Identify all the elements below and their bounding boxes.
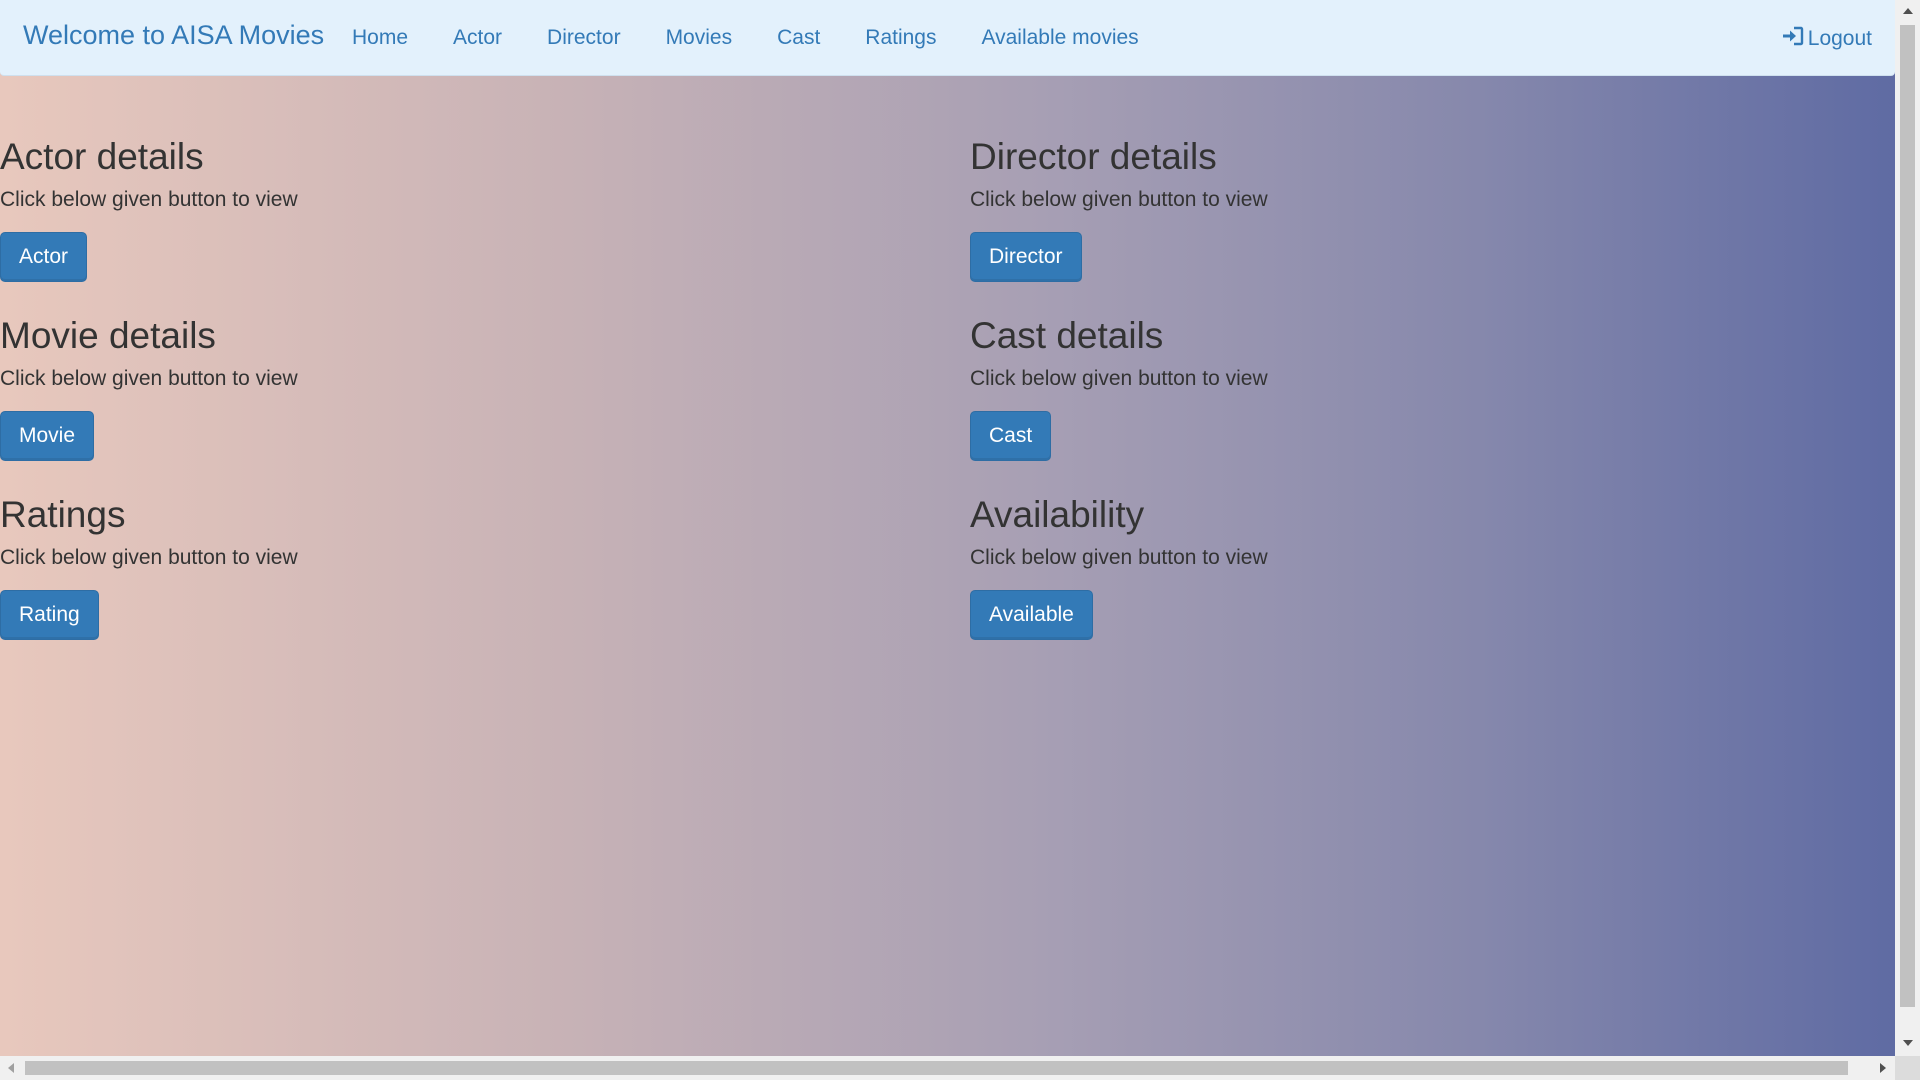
nav-link-actor[interactable]: Actor bbox=[453, 26, 502, 50]
section-heading: Availability bbox=[970, 494, 1145, 535]
section-description: Click below given button to view bbox=[0, 188, 298, 211]
scroll-up-arrow-icon[interactable] bbox=[1903, 8, 1913, 14]
log-in-icon bbox=[1782, 26, 1808, 52]
section-heading: Director details bbox=[970, 136, 1217, 177]
section-description: Click below given button to view bbox=[0, 546, 298, 569]
logout-label: Logout bbox=[1807, 27, 1872, 50]
logout-link[interactable]: Logout bbox=[1782, 26, 1872, 52]
director-button[interactable]: Director bbox=[970, 232, 1082, 282]
horizontal-scrollbar[interactable] bbox=[0, 1056, 1895, 1080]
director-section: Director details Click below given butto… bbox=[970, 136, 1670, 282]
scroll-right-arrow-icon[interactable] bbox=[1880, 1063, 1886, 1073]
nav-links: Home Actor Director Movies Cast Ratings … bbox=[352, 26, 1184, 50]
horizontal-scrollbar-thumb[interactable] bbox=[25, 1061, 1848, 1075]
scrollbar-corner bbox=[1895, 1056, 1920, 1080]
cast-section: Cast details Click below given button to… bbox=[970, 315, 1670, 461]
vertical-scrollbar-thumb[interactable] bbox=[1900, 25, 1915, 1007]
nav-link-home[interactable]: Home bbox=[352, 26, 408, 50]
scroll-down-arrow-icon[interactable] bbox=[1903, 1040, 1913, 1046]
section-heading: Actor details bbox=[0, 136, 204, 177]
section-description: Click below given button to view bbox=[0, 367, 298, 390]
movie-section: Movie details Click below given button t… bbox=[0, 315, 700, 461]
nav-link-movies[interactable]: Movies bbox=[666, 26, 733, 50]
available-button[interactable]: Available bbox=[970, 590, 1093, 640]
cast-button[interactable]: Cast bbox=[970, 411, 1052, 461]
nav-link-director[interactable]: Director bbox=[547, 26, 621, 50]
availability-section: Availability Click below given button to… bbox=[970, 494, 1670, 640]
section-description: Click below given button to view bbox=[970, 188, 1268, 211]
vertical-scrollbar[interactable] bbox=[1895, 0, 1920, 1056]
navbar: Welcome to AISA Movies Home Actor Direct… bbox=[0, 0, 1895, 76]
section-heading: Cast details bbox=[970, 315, 1164, 356]
movie-button[interactable]: Movie bbox=[0, 411, 95, 461]
section-description: Click below given button to view bbox=[970, 367, 1268, 390]
nav-link-cast[interactable]: Cast bbox=[777, 26, 820, 50]
navbar-brand[interactable]: Welcome to AISA Movies bbox=[23, 20, 324, 51]
section-heading: Ratings bbox=[0, 494, 126, 535]
page-viewport: Welcome to AISA Movies Home Actor Direct… bbox=[0, 0, 1895, 1056]
section-heading: Movie details bbox=[0, 315, 216, 356]
scroll-left-arrow-icon[interactable] bbox=[8, 1063, 14, 1073]
rating-button[interactable]: Rating bbox=[0, 590, 99, 640]
nav-link-ratings[interactable]: Ratings bbox=[865, 26, 936, 50]
actor-section: Actor details Click below given button t… bbox=[0, 136, 700, 282]
section-description: Click below given button to view bbox=[970, 546, 1268, 569]
ratings-section: Ratings Click below given button to view… bbox=[0, 494, 700, 640]
nav-link-available-movies[interactable]: Available movies bbox=[981, 26, 1138, 50]
actor-button[interactable]: Actor bbox=[0, 232, 88, 282]
